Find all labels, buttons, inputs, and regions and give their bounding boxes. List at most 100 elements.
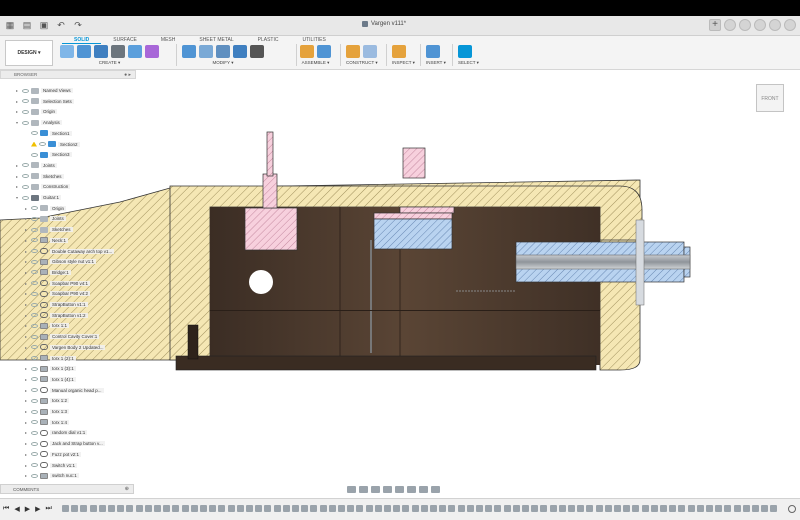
- user-avatar[interactable]: [784, 19, 796, 31]
- browser-item[interactable]: ▸ StrapButton v1:2: [25, 311, 88, 320]
- timeline-settings-icon[interactable]: [788, 505, 796, 513]
- timeline-feature-icon[interactable]: [706, 505, 713, 512]
- visibility-eye-icon[interactable]: [31, 356, 38, 360]
- expand-arrow-icon[interactable]: ▸: [16, 109, 20, 114]
- shell-icon[interactable]: [233, 45, 247, 58]
- timeline-feature-icon[interactable]: [457, 505, 465, 512]
- visibility-eye-icon[interactable]: [31, 452, 38, 457]
- timeline-feature-icon[interactable]: [669, 505, 677, 512]
- viewports-icon[interactable]: [431, 485, 440, 493]
- timeline-feature-icon[interactable]: [338, 505, 345, 512]
- timeline-feature-icon[interactable]: [687, 505, 695, 512]
- visibility-eye-icon[interactable]: [31, 334, 38, 339]
- timeline-feature-icon[interactable]: [641, 505, 649, 512]
- browser-item[interactable]: ▸ torx 1:4: [25, 418, 70, 427]
- timeline-feature-icon[interactable]: [374, 505, 382, 512]
- expand-arrow-icon[interactable]: ▸: [25, 281, 29, 286]
- step-back-icon[interactable]: ◀: [14, 505, 19, 513]
- insert-image-icon[interactable]: [426, 45, 440, 58]
- tab-sheet-metal[interactable]: SHEET METAL: [187, 36, 245, 44]
- timeline-feature-icon[interactable]: [384, 505, 391, 512]
- timeline-feature-icon[interactable]: [71, 505, 79, 512]
- visibility-eye-icon[interactable]: [31, 227, 38, 232]
- browser-item[interactable]: ▸ Origin: [16, 107, 58, 116]
- timeline-feature-icon[interactable]: [402, 505, 410, 512]
- timeline-feature-icon[interactable]: [448, 505, 456, 512]
- viewcube[interactable]: FRONT: [756, 84, 784, 112]
- timeline-feature-icon[interactable]: [503, 505, 511, 512]
- timeline-feature-icon[interactable]: [154, 505, 161, 512]
- browser-item[interactable]: ▸ Manual organic head p...: [25, 386, 104, 395]
- browser-item[interactable]: ▸ Joints: [25, 214, 66, 223]
- browser-collapse-icon[interactable]: ● ▸: [124, 71, 131, 79]
- visibility-eye-icon[interactable]: [31, 345, 38, 350]
- browser-item[interactable]: ▸ Sketches: [25, 225, 73, 234]
- browser-item[interactable]: ▸ random dial v1:1: [25, 428, 88, 437]
- timeline-feature-icon[interactable]: [586, 505, 594, 512]
- modify-menu[interactable]: MODIFY ▾: [182, 60, 264, 66]
- browser-item[interactable]: Section1: [25, 129, 72, 138]
- timeline-feature-icon[interactable]: [558, 505, 566, 512]
- job-status-icon[interactable]: [739, 19, 751, 31]
- orbit-icon[interactable]: [347, 485, 356, 493]
- expand-arrow-icon[interactable]: ▸: [25, 238, 29, 243]
- timeline-feature-icon[interactable]: [494, 505, 502, 512]
- timeline-feature-icon[interactable]: [218, 505, 226, 512]
- timeline-feature-icon[interactable]: [80, 505, 88, 512]
- visibility-eye-icon[interactable]: [31, 313, 38, 318]
- timeline-feature-icon[interactable]: [273, 505, 281, 512]
- expand-arrow-icon[interactable]: ▸: [16, 99, 20, 104]
- axis-icon[interactable]: [363, 45, 377, 58]
- visibility-eye-icon[interactable]: [31, 441, 38, 446]
- browser-item[interactable]: ▸ Gibson style nut v1:1: [25, 257, 97, 266]
- browser-item[interactable]: ▾ Guitar:1: [16, 193, 62, 202]
- create-menu[interactable]: CREATE ▾: [60, 60, 159, 66]
- timeline-feature-icon[interactable]: [696, 505, 704, 512]
- timeline-feature-icon[interactable]: [328, 505, 336, 512]
- comments-panel[interactable]: COMMENTS ⊕: [0, 484, 134, 494]
- visibility-eye-icon[interactable]: [22, 120, 29, 125]
- timeline-feature-icon[interactable]: [632, 505, 640, 512]
- timeline-feature-icon[interactable]: [604, 505, 612, 512]
- offset-plane-icon[interactable]: [346, 45, 360, 58]
- chamfer-icon[interactable]: [216, 45, 230, 58]
- timeline-feature-icon[interactable]: [614, 505, 621, 512]
- browser-item[interactable]: ▸ torx 1 (4):1: [25, 375, 76, 384]
- visibility-eye-icon[interactable]: [31, 420, 38, 425]
- timeline-feature-icon[interactable]: [62, 505, 69, 512]
- expand-arrow-icon[interactable]: ▸: [25, 259, 29, 264]
- expand-arrow-icon[interactable]: ▸: [25, 356, 29, 361]
- browser-item[interactable]: ▸ Soapbar P90 v4:1: [25, 279, 91, 288]
- move-icon[interactable]: [250, 45, 264, 58]
- timeline-feature-icon[interactable]: [549, 505, 557, 512]
- browser-item[interactable]: ▸ torx 1:1: [25, 321, 70, 330]
- step-forward-icon[interactable]: ▶: [35, 505, 40, 513]
- extensions-icon[interactable]: [724, 19, 736, 31]
- visibility-eye-icon[interactable]: [39, 142, 46, 146]
- timeline-feature-icon[interactable]: [752, 505, 759, 512]
- timeline-feature-icon[interactable]: [200, 505, 207, 512]
- timeline-feature-icon[interactable]: [246, 505, 253, 512]
- timeline-track[interactable]: [62, 504, 788, 514]
- timeline-feature-icon[interactable]: [135, 505, 143, 512]
- expand-arrow-icon[interactable]: ▸: [16, 88, 20, 93]
- timeline-feature-icon[interactable]: [227, 505, 235, 512]
- timeline-feature-icon[interactable]: [430, 505, 437, 512]
- expand-arrow-icon[interactable]: ▸: [25, 334, 29, 339]
- timeline-feature-icon[interactable]: [678, 505, 686, 512]
- visibility-eye-icon[interactable]: [31, 377, 38, 382]
- timeline-feature-icon[interactable]: [255, 505, 263, 512]
- timeline-feature-icon[interactable]: [126, 505, 134, 512]
- expand-arrow-icon[interactable]: ▸: [25, 270, 29, 275]
- construct-menu[interactable]: CONSTRUCT ▾: [346, 60, 378, 66]
- timeline-feature-icon[interactable]: [660, 505, 667, 512]
- tab-mesh[interactable]: MESH: [149, 36, 187, 44]
- expand-arrow-icon[interactable]: ▸: [25, 452, 29, 457]
- visibility-eye-icon[interactable]: [31, 270, 38, 275]
- timeline-feature-icon[interactable]: [466, 505, 474, 512]
- joint-icon[interactable]: [317, 45, 331, 58]
- expand-arrow-icon[interactable]: ▸: [25, 473, 29, 478]
- expand-arrow-icon[interactable]: ▸: [25, 291, 29, 296]
- timeline-feature-icon[interactable]: [163, 505, 171, 512]
- expand-arrow-icon[interactable]: ▾: [16, 195, 20, 200]
